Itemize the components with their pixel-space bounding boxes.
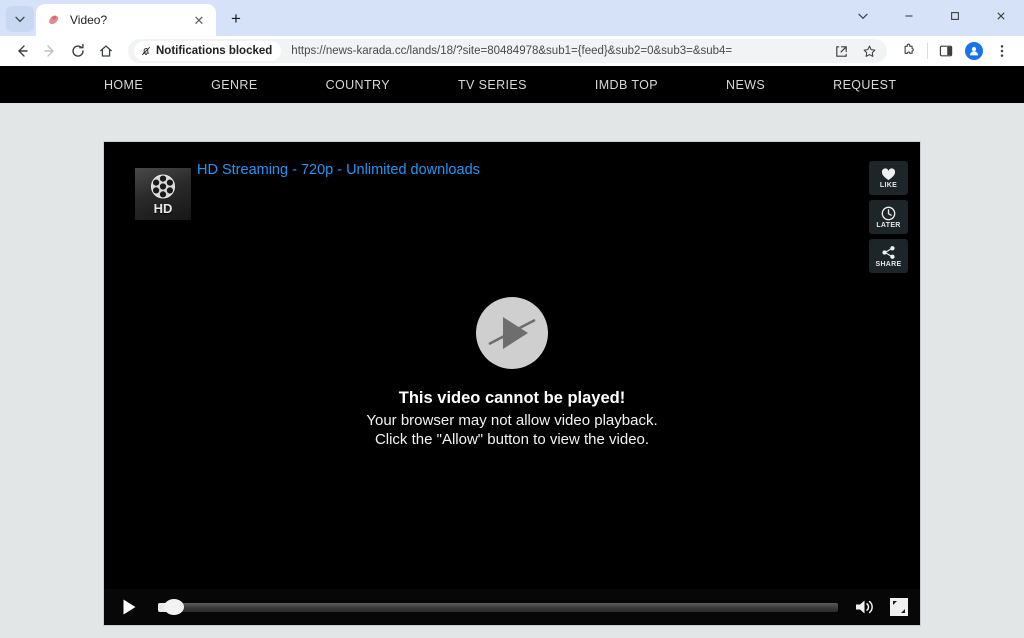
tab-search-button[interactable]	[840, 0, 886, 32]
tab-list-chevron-button[interactable]	[6, 6, 34, 32]
side-panel-icon	[938, 43, 954, 59]
later-button[interactable]: LATER	[869, 200, 908, 234]
tab-title: Video?	[70, 13, 190, 27]
error-line-1: Your browser may not allow video playbac…	[366, 411, 657, 430]
reload-button[interactable]	[64, 37, 92, 65]
player-right-controls	[854, 597, 908, 617]
notifications-blocked-chip[interactable]: Notifications blocked	[134, 41, 281, 61]
notifications-blocked-label: Notifications blocked	[156, 45, 272, 57]
minimize-icon	[903, 10, 915, 22]
error-line-2: Click the "Allow" button to view the vid…	[375, 430, 649, 449]
later-label: LATER	[876, 222, 900, 229]
film-reel-icon	[147, 172, 179, 204]
playback-error-overlay: This video cannot be played! Your browse…	[104, 297, 920, 449]
chrome-menu-button[interactable]	[988, 37, 1016, 65]
browser-tab[interactable]: Video? ✕	[36, 4, 216, 36]
minimize-button[interactable]	[886, 0, 932, 32]
nav-item-request[interactable]: REQUEST	[833, 78, 896, 92]
fullscreen-button[interactable]	[890, 598, 908, 616]
player-action-buttons: LIKE LATER	[869, 161, 908, 273]
bell-blocked-icon	[140, 45, 152, 57]
tab-strip: Video? ✕ +	[0, 0, 250, 36]
error-title: This video cannot be played!	[399, 389, 625, 408]
bookmark-button[interactable]	[855, 37, 883, 65]
volume-icon	[854, 598, 876, 616]
chevron-down-icon	[14, 13, 26, 25]
browser-title-bar: Video? ✕ +	[0, 0, 1024, 36]
omnibox-actions	[827, 37, 883, 65]
promo-link[interactable]: HD Streaming - 720p - Unlimited download…	[197, 162, 480, 178]
profile-avatar-icon	[965, 42, 983, 60]
forward-button[interactable]	[36, 37, 64, 65]
back-arrow-icon	[14, 43, 30, 59]
maximize-icon	[949, 10, 961, 22]
new-tab-button[interactable]: +	[222, 5, 250, 33]
hd-logo: HD	[135, 168, 191, 220]
play-button[interactable]	[118, 596, 140, 618]
maximize-button[interactable]	[932, 0, 978, 32]
site-navigation-bar: HOME GENRE COUNTRY TV SERIES IMDB TOP NE…	[0, 66, 1024, 103]
extensions-button[interactable]	[895, 37, 923, 65]
reload-icon	[70, 43, 86, 59]
nav-item-imdb-top[interactable]: IMDB TOP	[595, 78, 658, 92]
play-icon	[119, 597, 139, 617]
seek-handle[interactable]	[164, 599, 184, 615]
toolbar-divider	[927, 43, 928, 59]
web-page-content: HOME GENRE COUNTRY TV SERIES IMDB TOP NE…	[0, 66, 1024, 638]
site-favicon-icon	[46, 12, 62, 28]
close-icon	[995, 10, 1007, 22]
nav-item-country[interactable]: COUNTRY	[326, 78, 390, 92]
seek-track[interactable]	[158, 603, 838, 612]
heart-icon	[881, 168, 896, 181]
like-label: LIKE	[880, 182, 897, 189]
url-text: https://news-karada.cc/lands/18/?site=80…	[291, 45, 827, 57]
side-panel-button[interactable]	[932, 37, 960, 65]
profile-button[interactable]	[960, 37, 988, 65]
video-player[interactable]: HD HD Streaming - 720p - Unlimited downl…	[104, 142, 920, 625]
share-button[interactable]: SHARE	[869, 239, 908, 273]
browser-window: Video? ✕ +	[0, 0, 1024, 638]
like-button[interactable]: LIKE	[869, 161, 908, 195]
chevron-down-icon	[857, 10, 869, 22]
browser-toolbar: Notifications blocked https://news-karad…	[0, 36, 1024, 66]
nav-item-genre[interactable]: GENRE	[211, 78, 257, 92]
fullscreen-icon	[890, 598, 908, 616]
player-controls-bar	[104, 589, 920, 625]
back-button[interactable]	[8, 37, 36, 65]
tab-close-icon[interactable]: ✕	[190, 11, 208, 29]
share-icon	[834, 44, 849, 59]
window-controls	[840, 0, 1024, 32]
play-blocked-button[interactable]	[476, 297, 548, 369]
star-icon	[862, 44, 877, 59]
share-page-button[interactable]	[827, 37, 855, 65]
address-bar[interactable]: Notifications blocked https://news-karad…	[128, 39, 887, 63]
volume-button[interactable]	[854, 597, 876, 617]
share-label: SHARE	[875, 261, 901, 268]
nav-item-home[interactable]: HOME	[104, 78, 143, 92]
nav-item-news[interactable]: NEWS	[726, 78, 765, 92]
share-nodes-icon	[881, 245, 896, 260]
nav-item-tv-series[interactable]: TV SERIES	[458, 78, 527, 92]
puzzle-icon	[901, 43, 917, 59]
close-button[interactable]	[978, 0, 1024, 32]
home-button[interactable]	[92, 37, 120, 65]
clock-icon	[881, 206, 896, 221]
seek-bar[interactable]	[158, 596, 838, 618]
home-icon	[98, 43, 114, 59]
player-top-bar: HD HD Streaming - 720p - Unlimited downl…	[104, 142, 920, 222]
three-dot-menu-icon	[994, 43, 1010, 59]
forward-arrow-icon	[42, 43, 58, 59]
play-blocked-icon	[476, 297, 548, 369]
